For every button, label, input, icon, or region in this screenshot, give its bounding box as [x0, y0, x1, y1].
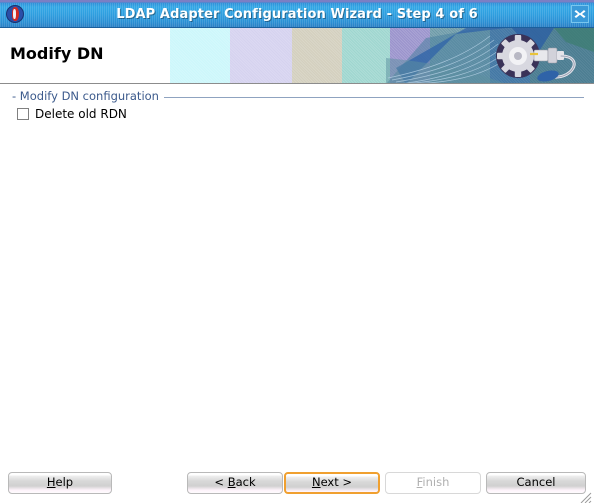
cancel-button[interactable]: Cancel: [486, 472, 586, 494]
gear-connector-icon: [492, 30, 594, 84]
help-button-label: elp: [55, 475, 74, 489]
delete-old-rdn-label: Delete old RDN: [35, 107, 127, 121]
back-button-label: ack: [235, 475, 256, 489]
back-button[interactable]: < Back: [187, 472, 283, 494]
delete-old-rdn-checkbox[interactable]: [17, 108, 29, 120]
next-button-mnemonic: N: [311, 475, 321, 489]
back-button-mnemonic: B: [227, 475, 236, 489]
close-icon[interactable]: [571, 5, 589, 23]
section-divider: [163, 96, 584, 98]
finish-button: Finish: [385, 472, 481, 494]
wizard-content-panel: - Modify DN configuration Delete old RDN: [0, 84, 594, 463]
wizard-button-bar: Help < Back Next > Finish Cancel: [0, 463, 594, 503]
help-button-mnemonic: H: [46, 475, 56, 489]
wizard-banner: Modify DN: [0, 28, 594, 84]
delete-old-rdn-row[interactable]: Delete old RDN: [17, 107, 127, 121]
ldap-adapter-configuration-wizard-window: LDAP Adapter Configuration Wizard - Step…: [0, 0, 594, 503]
section-title: - Modify DN configuration: [12, 89, 159, 103]
page-title: Modify DN: [10, 44, 104, 63]
help-button[interactable]: Help: [8, 472, 112, 494]
resize-grip[interactable]: [580, 489, 592, 503]
window-titlebar[interactable]: LDAP Adapter Configuration Wizard - Step…: [0, 0, 594, 28]
next-button-label: ext >: [320, 475, 353, 489]
finish-button-label: inish: [422, 475, 450, 489]
cancel-button-label: Cancel: [516, 475, 556, 489]
window-title: LDAP Adapter Configuration Wizard - Step…: [116, 7, 478, 22]
next-button[interactable]: Next >: [284, 472, 380, 494]
section-header: - Modify DN configuration: [12, 89, 584, 103]
back-button-prefix: <: [214, 475, 228, 489]
